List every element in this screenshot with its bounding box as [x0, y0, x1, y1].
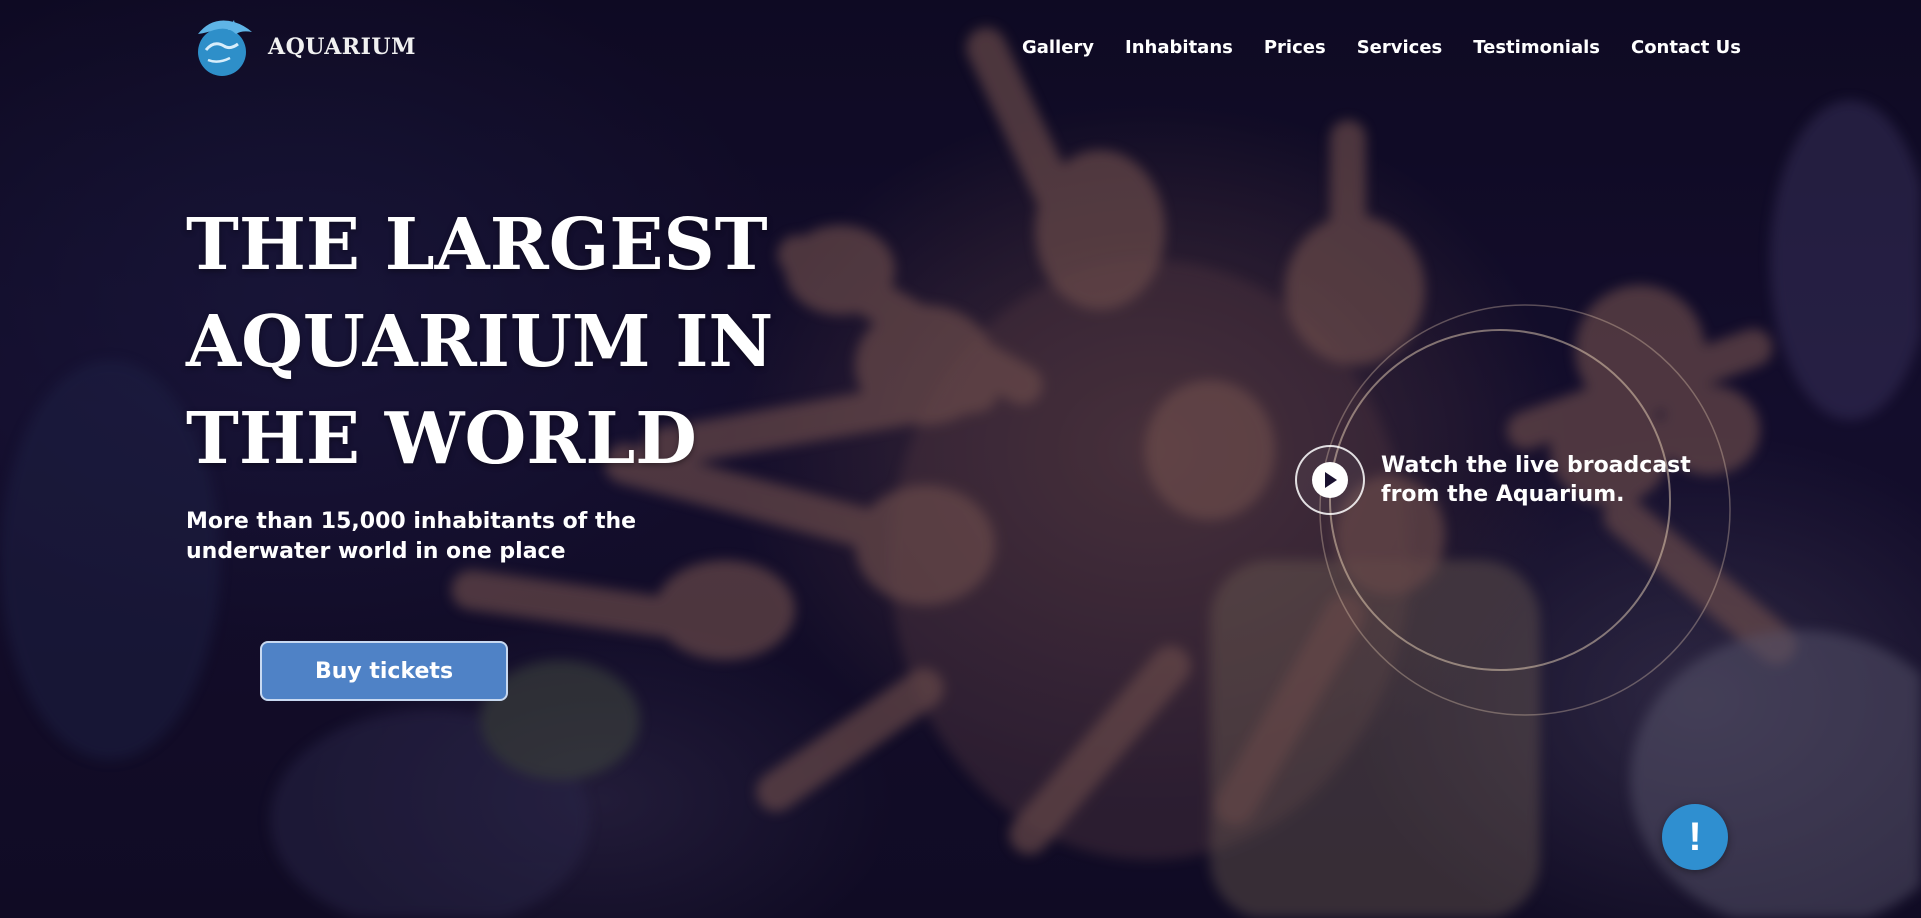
brand-logo[interactable]: AQUARIUM	[188, 14, 416, 80]
main-nav: Gallery Inhabitans Prices Services Testi…	[1022, 37, 1741, 58]
help-button[interactable]: !	[1662, 804, 1728, 870]
buy-tickets-button[interactable]: Buy tickets	[260, 641, 508, 701]
exclamation-icon: !	[1688, 814, 1702, 859]
hero-subtitle: More than 15,000 inhabitants of the unde…	[186, 509, 637, 564]
nav-item-contact-us[interactable]: Contact Us	[1631, 37, 1741, 58]
live-broadcast: Watch the live broadcast from the Aquari…	[1295, 445, 1721, 515]
nav-item-testimonials[interactable]: Testimonials	[1473, 37, 1600, 58]
brand-name: AQUARIUM	[268, 34, 416, 60]
play-button[interactable]	[1295, 445, 1365, 515]
hero-title: THE LARGEST AQUARIUM IN THE WORLD	[186, 202, 774, 480]
broadcast-text[interactable]: Watch the live broadcast from the Aquari…	[1381, 451, 1721, 509]
dolphin-globe-icon	[188, 14, 260, 80]
nav-item-gallery[interactable]: Gallery	[1022, 37, 1094, 58]
play-icon	[1312, 462, 1348, 498]
site-header: AQUARIUM Gallery Inhabitans Prices Servi…	[0, 0, 1921, 100]
nav-item-inhabitans[interactable]: Inhabitans	[1125, 37, 1233, 58]
nav-item-services[interactable]: Services	[1357, 37, 1443, 58]
nav-item-prices[interactable]: Prices	[1264, 37, 1326, 58]
